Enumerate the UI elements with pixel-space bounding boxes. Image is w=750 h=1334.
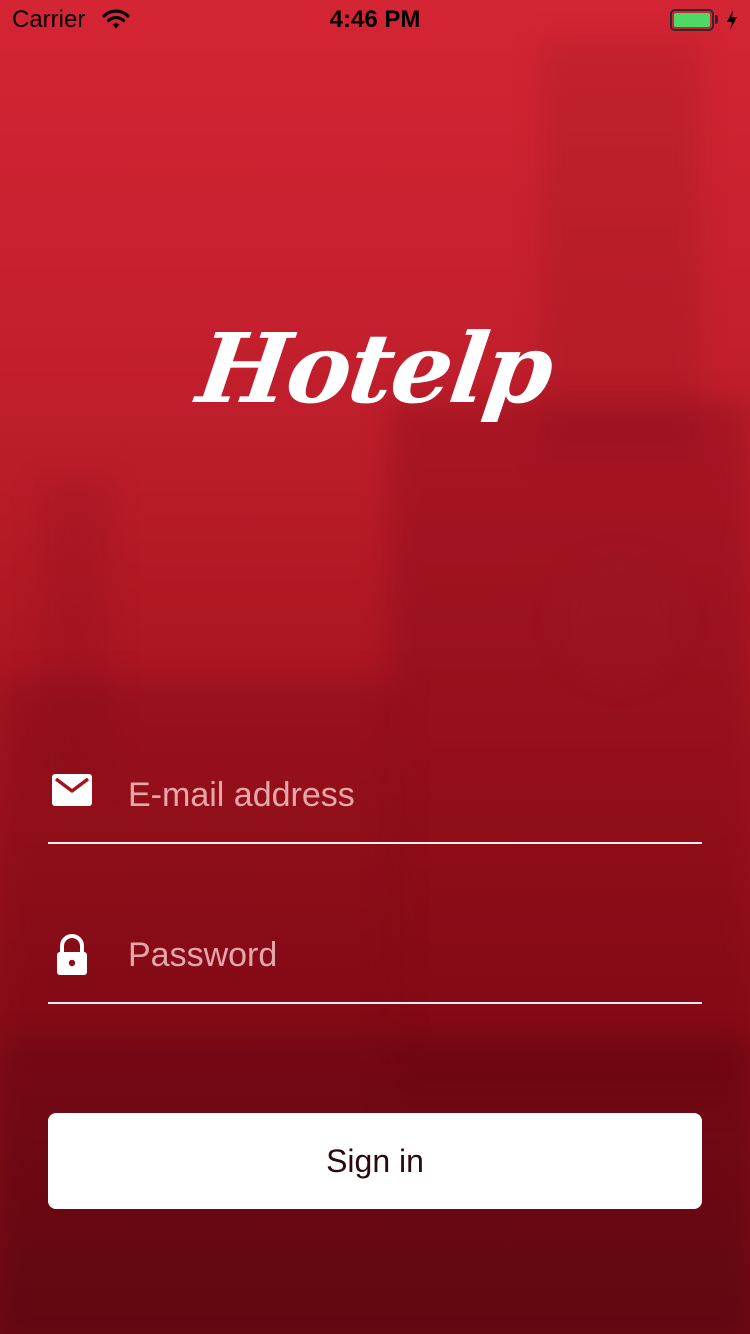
- password-field-row: [48, 912, 702, 1004]
- status-bar: Carrier 4:46 PM: [0, 0, 750, 40]
- clock: 4:46 PM: [329, 6, 421, 33]
- login-screen: Carrier 4:46 PM Hotelp E-mail address Si…: [0, 0, 750, 1334]
- sign-in-button[interactable]: Sign in: [48, 1113, 702, 1209]
- app-logo: Hotelp: [191, 312, 559, 425]
- background-building: [560, 560, 680, 680]
- bolt-icon: [726, 9, 738, 38]
- battery-full-icon: [670, 9, 714, 31]
- password-input[interactable]: [128, 930, 688, 980]
- lock-icon: [52, 934, 92, 981]
- email-field-row: [48, 752, 702, 844]
- envelope-icon: [52, 774, 92, 811]
- battery-tip: [715, 15, 718, 24]
- email-input[interactable]: [128, 770, 688, 820]
